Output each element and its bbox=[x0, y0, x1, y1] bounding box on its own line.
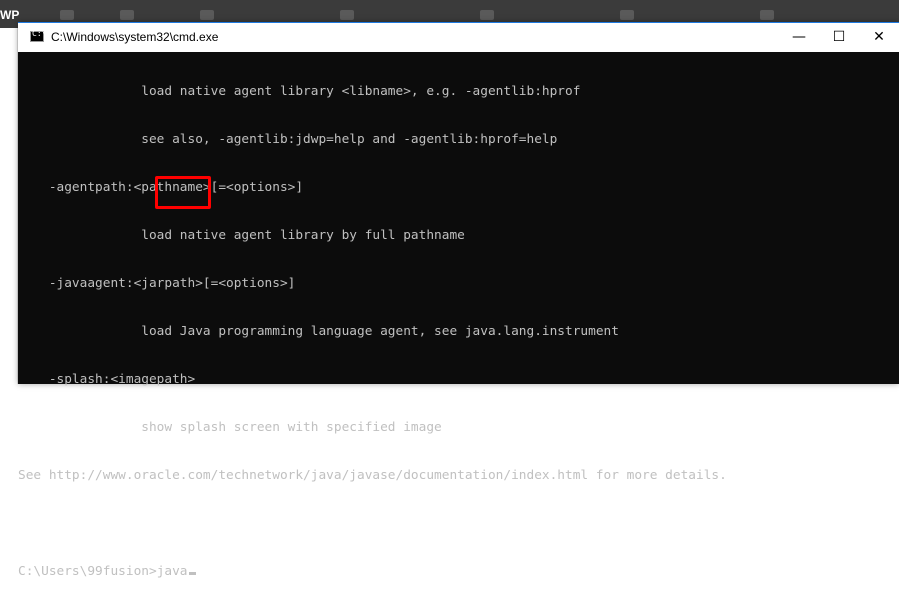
command-prompt-line[interactable]: C:\Users\99fusion>java bbox=[18, 564, 899, 580]
text-cursor bbox=[188, 572, 196, 575]
taskbar-icon bbox=[200, 10, 214, 20]
prompt-path: C:\Users\99fusion> bbox=[18, 564, 157, 579]
console-line: -agentpath:<pathname>[=<options>] bbox=[18, 180, 304, 195]
taskbar-icon bbox=[120, 10, 134, 20]
taskbar-icon bbox=[340, 10, 354, 20]
taskbar-app-label: WP bbox=[0, 8, 20, 22]
console-line: show splash screen with specified image bbox=[18, 420, 442, 435]
highlight-annotation bbox=[155, 176, 211, 209]
cmd-window[interactable]: C:\ C:\Windows\system32\cmd.exe — ☐ ✕ lo… bbox=[18, 22, 899, 579]
background-window-edge bbox=[0, 28, 18, 384]
console-line: -splash:<imagepath> bbox=[18, 372, 196, 387]
console-line: load Java programming language agent, se… bbox=[18, 324, 619, 339]
console-output[interactable]: load native agent library <libname>, e.g… bbox=[18, 52, 899, 579]
taskbar-icon bbox=[60, 10, 74, 20]
taskbar-icon bbox=[760, 10, 774, 20]
taskbar-icon bbox=[620, 10, 634, 20]
close-button[interactable]: ✕ bbox=[859, 23, 899, 52]
console-line: load native agent library by full pathna… bbox=[18, 228, 465, 243]
window-title: C:\Windows\system32\cmd.exe bbox=[51, 30, 219, 44]
minimize-button[interactable]: — bbox=[779, 23, 819, 52]
typed-command[interactable]: java bbox=[157, 564, 188, 579]
title-bar[interactable]: C:\ C:\Windows\system32\cmd.exe — ☐ ✕ bbox=[18, 22, 899, 52]
console-line: -javaagent:<jarpath>[=<options>] bbox=[18, 276, 296, 291]
console-line: load native agent library <libname>, e.g… bbox=[18, 84, 581, 99]
taskbar-icon bbox=[480, 10, 494, 20]
console-line: see also, -agentlib:jdwp=help and -agent… bbox=[18, 132, 558, 147]
cmd-icon: C:\ bbox=[30, 29, 46, 42]
maximize-button[interactable]: ☐ bbox=[819, 23, 859, 52]
console-line: See http://www.oracle.com/technetwork/ja… bbox=[18, 468, 727, 483]
